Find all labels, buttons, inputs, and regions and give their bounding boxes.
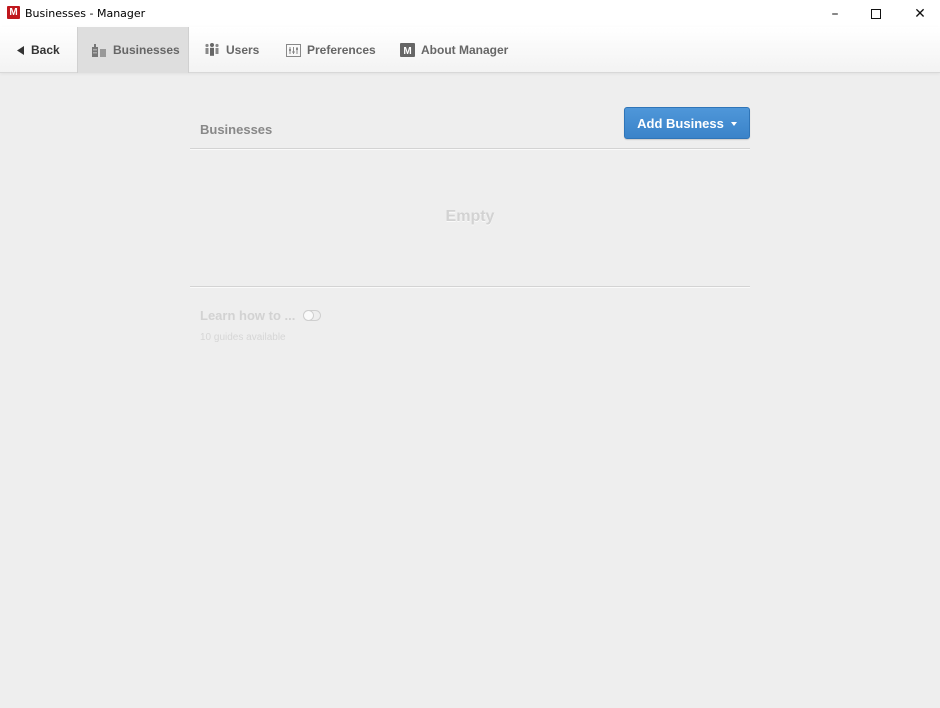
add-business-label: Add Business — [637, 115, 724, 131]
tab-bar: Back Businesses Users Preferences M Abou… — [0, 27, 940, 73]
tab-label: About Manager — [421, 43, 509, 57]
add-business-button[interactable]: Add Business — [624, 107, 750, 139]
divider — [190, 286, 750, 287]
learn-how-to[interactable]: Learn how to ... — [200, 308, 322, 323]
caret-down-icon — [730, 122, 737, 126]
app-logo-icon: M — [7, 6, 20, 19]
tab-users[interactable]: Users — [204, 27, 259, 73]
tab-about-manager[interactable]: M About Manager — [400, 27, 508, 73]
tab-label: Businesses — [113, 43, 180, 57]
title-bar: M Businesses - Manager – ✕ — [0, 0, 940, 27]
window-title: Businesses - Manager — [25, 7, 146, 20]
minimize-button[interactable]: – — [812, 0, 858, 27]
empty-state-label: Empty — [445, 208, 495, 225]
divider — [190, 148, 750, 149]
back-button[interactable]: Back — [17, 27, 60, 73]
users-icon — [204, 43, 220, 57]
tab-businesses[interactable]: Businesses — [77, 27, 189, 73]
toggle-icon[interactable] — [303, 310, 322, 321]
tab-preferences[interactable]: Preferences — [286, 27, 376, 73]
tab-label: Users — [226, 43, 260, 57]
guides-count: 10 guides available — [200, 332, 286, 343]
buildings-icon — [91, 43, 107, 57]
section-title: Businesses — [200, 122, 273, 137]
maximize-button[interactable] — [853, 0, 899, 27]
close-button[interactable]: ✕ — [897, 0, 940, 27]
tab-label: Back — [31, 43, 60, 57]
learn-how-to-label: Learn how to ... — [200, 308, 296, 323]
maximize-icon — [871, 8, 881, 19]
back-arrow-icon — [17, 45, 25, 55]
preferences-icon — [286, 43, 301, 57]
manager-logo-icon: M — [400, 43, 415, 57]
svg-text:M: M — [403, 46, 411, 57]
tab-label: Preferences — [307, 43, 376, 57]
